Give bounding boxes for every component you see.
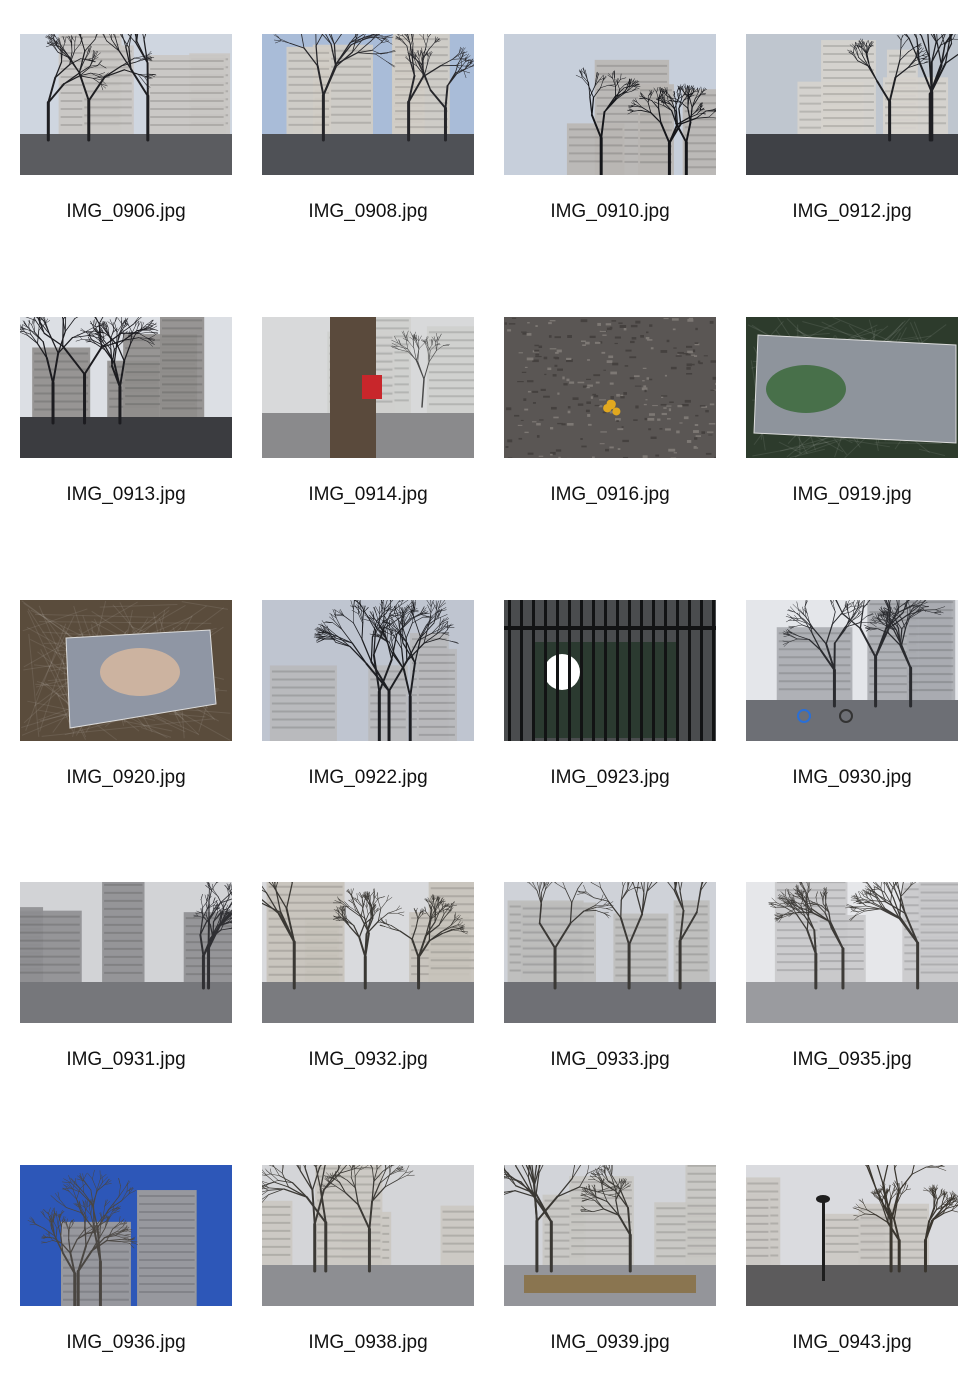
- thumbnail-tile[interactable]: IMG_0913.jpg: [20, 317, 232, 517]
- thumbnail-tile[interactable]: IMG_0931.jpg: [20, 882, 232, 1082]
- photo-street-cyclists: [746, 600, 958, 741]
- photo-tree-trunk-red-box: [262, 317, 474, 458]
- filename-label: IMG_0936.jpg: [66, 1332, 186, 1353]
- photo-plaza-buildings-trees: [746, 34, 958, 175]
- photo-empty-plaza: [20, 882, 232, 1023]
- thumbnail-image[interactable]: [746, 34, 958, 175]
- thumbnail-image[interactable]: [746, 600, 958, 741]
- photo-tree-against-sky: [20, 1165, 232, 1306]
- thumbnail-tile[interactable]: IMG_0923.jpg: [504, 600, 716, 800]
- thumbnail-tile[interactable]: IMG_0936.jpg: [20, 1165, 232, 1365]
- thumbnail-image[interactable]: [504, 882, 716, 1023]
- filename-label: IMG_0933.jpg: [550, 1049, 670, 1070]
- photo-mulch-yellow-flowers: [504, 317, 716, 458]
- photo-sign-collect-pond-map: [20, 600, 232, 741]
- thumbnail-tile[interactable]: IMG_0910.jpg: [504, 34, 716, 234]
- thumbnail-grid: IMG_0906.jpg IMG_0908.jpg IMG_0910.jpg I…: [0, 0, 976, 1378]
- thumbnail-tile[interactable]: IMG_0943.jpg: [746, 1165, 958, 1365]
- filename-label: IMG_0943.jpg: [792, 1332, 912, 1353]
- thumbnail-tile[interactable]: IMG_0920.jpg: [20, 600, 232, 800]
- photo-plaza-buildings-trees: [262, 34, 474, 175]
- photo-park-lamp-building: [746, 1165, 958, 1306]
- photo-plaza-buildings-trees: [504, 882, 716, 1023]
- photo-plaza-planters: [504, 1165, 716, 1306]
- photo-plaza-buildings-trees: [262, 1165, 474, 1306]
- thumbnail-image[interactable]: [20, 882, 232, 1023]
- thumbnail-image[interactable]: [504, 1165, 716, 1306]
- thumbnail-image[interactable]: [504, 600, 716, 741]
- photo-plaza-buildings-trees: [262, 882, 474, 1023]
- thumbnail-tile[interactable]: IMG_0930.jpg: [746, 600, 958, 800]
- thumbnail-image[interactable]: [262, 34, 474, 175]
- filename-label: IMG_0912.jpg: [792, 201, 912, 222]
- thumbnail-image[interactable]: [20, 1165, 232, 1306]
- thumbnail-tile[interactable]: IMG_0939.jpg: [504, 1165, 716, 1365]
- filename-label: IMG_0923.jpg: [550, 767, 670, 788]
- filename-label: IMG_0914.jpg: [308, 484, 428, 505]
- thumbnail-image[interactable]: [20, 34, 232, 175]
- thumbnail-image[interactable]: [746, 317, 958, 458]
- thumbnail-image[interactable]: [504, 34, 716, 175]
- thumbnail-tile[interactable]: IMG_0912.jpg: [746, 34, 958, 234]
- filename-label: IMG_0910.jpg: [550, 201, 670, 222]
- filename-label: IMG_0916.jpg: [550, 484, 670, 505]
- photo-building-through-branches: [262, 600, 474, 741]
- thumbnail-image[interactable]: [746, 882, 958, 1023]
- filename-label: IMG_0906.jpg: [66, 201, 186, 222]
- filename-label: IMG_0922.jpg: [308, 767, 428, 788]
- filename-label: IMG_0935.jpg: [792, 1049, 912, 1070]
- photo-plaza-buildings-trees: [20, 34, 232, 175]
- thumbnail-tile[interactable]: IMG_0914.jpg: [262, 317, 474, 517]
- thumbnail-image[interactable]: [262, 317, 474, 458]
- thumbnail-tile[interactable]: IMG_0933.jpg: [504, 882, 716, 1082]
- thumbnail-tile[interactable]: IMG_0908.jpg: [262, 34, 474, 234]
- thumbnail-image[interactable]: [20, 317, 232, 458]
- photo-plaza-buildings-trees: [20, 317, 232, 458]
- photo-big-tree-building: [746, 882, 958, 1023]
- filename-label: IMG_0908.jpg: [308, 201, 428, 222]
- thumbnail-tile[interactable]: IMG_0938.jpg: [262, 1165, 474, 1365]
- filename-label: IMG_0932.jpg: [308, 1049, 428, 1070]
- photo-sign-collect-pond-green: [746, 317, 958, 458]
- filename-label: IMG_0930.jpg: [792, 767, 912, 788]
- thumbnail-tile[interactable]: IMG_0935.jpg: [746, 882, 958, 1082]
- filename-label: IMG_0920.jpg: [66, 767, 186, 788]
- thumbnail-tile[interactable]: IMG_0916.jpg: [504, 317, 716, 517]
- filename-label: IMG_0913.jpg: [66, 484, 186, 505]
- filename-label: IMG_0919.jpg: [792, 484, 912, 505]
- thumbnail-image[interactable]: [20, 600, 232, 741]
- photo-park-sign-fence: [504, 600, 716, 741]
- filename-label: IMG_0931.jpg: [66, 1049, 186, 1070]
- thumbnail-image[interactable]: [262, 600, 474, 741]
- thumbnail-tile[interactable]: IMG_0906.jpg: [20, 34, 232, 234]
- thumbnail-image[interactable]: [504, 317, 716, 458]
- photo-tree-canopy-building: [504, 34, 716, 175]
- filename-label: IMG_0939.jpg: [550, 1332, 670, 1353]
- thumbnail-image[interactable]: [262, 882, 474, 1023]
- filename-label: IMG_0938.jpg: [308, 1332, 428, 1353]
- thumbnail-tile[interactable]: IMG_0932.jpg: [262, 882, 474, 1082]
- thumbnail-tile[interactable]: IMG_0919.jpg: [746, 317, 958, 517]
- thumbnail-image[interactable]: [746, 1165, 958, 1306]
- thumbnail-image[interactable]: [262, 1165, 474, 1306]
- thumbnail-tile[interactable]: IMG_0922.jpg: [262, 600, 474, 800]
